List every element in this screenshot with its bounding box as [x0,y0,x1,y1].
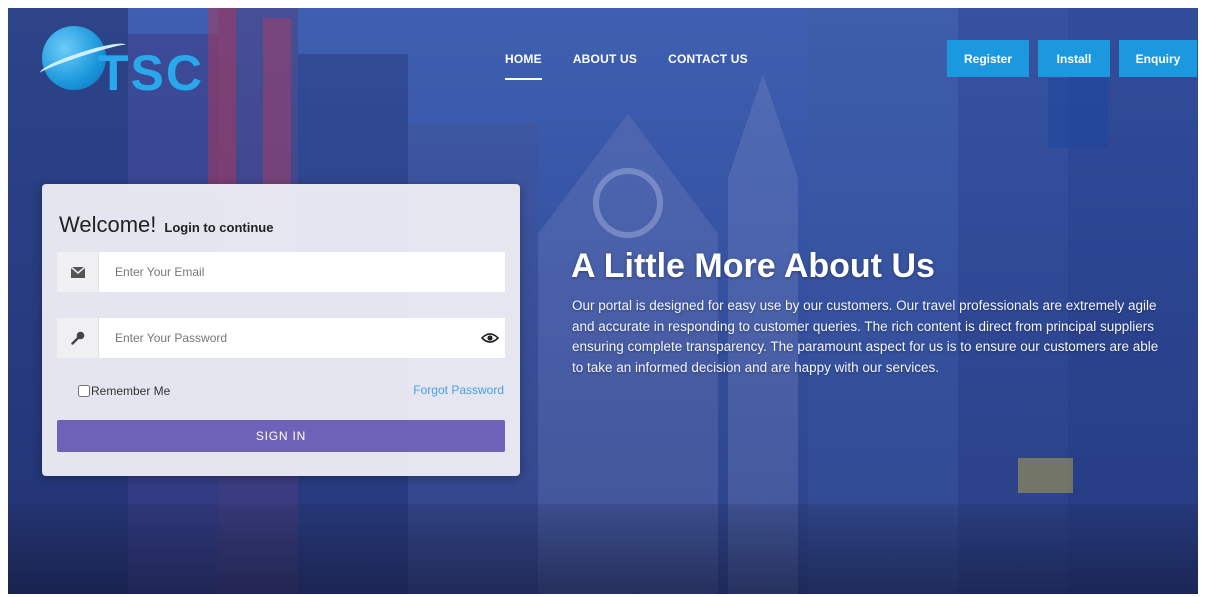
nav-contact-us[interactable]: CONTACT US [668,52,748,66]
email-field [57,252,505,292]
password-input[interactable] [99,319,475,357]
nav-home[interactable]: HOME [505,52,542,80]
remember-checkbox[interactable] [78,385,90,397]
about-title: A Little More About Us [571,247,935,285]
shop-sign [1048,78,1108,148]
sign-in-button[interactable]: SIGN IN [57,420,505,452]
logo-text: TSC [98,45,204,101]
login-card: Welcome! Login to continue Remember Me F… [42,184,520,476]
eye-icon[interactable] [475,332,505,344]
remember-me[interactable]: Remember Me [78,384,170,398]
login-subtitle: Login to continue [164,220,274,235]
email-input[interactable] [99,253,505,291]
shop-sign [263,18,291,208]
remember-label: Remember Me [91,384,171,398]
nav-about-us[interactable]: ABOUT US [573,52,637,66]
welcome-text: Welcome! [59,212,157,237]
rose-window [593,168,663,238]
login-heading: Welcome! Login to continue [59,212,273,238]
header-buttons: Register Install Enquiry [947,40,1197,77]
shop-sign [1018,458,1073,493]
about-text: Our portal is designed for easy use by o… [572,298,1159,375]
main-nav: HOME ABOUT US CONTACT US [505,52,748,80]
install-button[interactable]: Install [1038,40,1110,77]
envelope-icon [57,252,99,292]
street [8,504,1198,594]
password-field [57,318,505,358]
forgot-password-link[interactable]: Forgot Password [413,383,504,397]
enquiry-button[interactable]: Enquiry [1119,40,1197,77]
key-icon [57,318,99,358]
register-button[interactable]: Register [947,40,1029,77]
tsc-logo[interactable]: TSC [38,22,213,102]
